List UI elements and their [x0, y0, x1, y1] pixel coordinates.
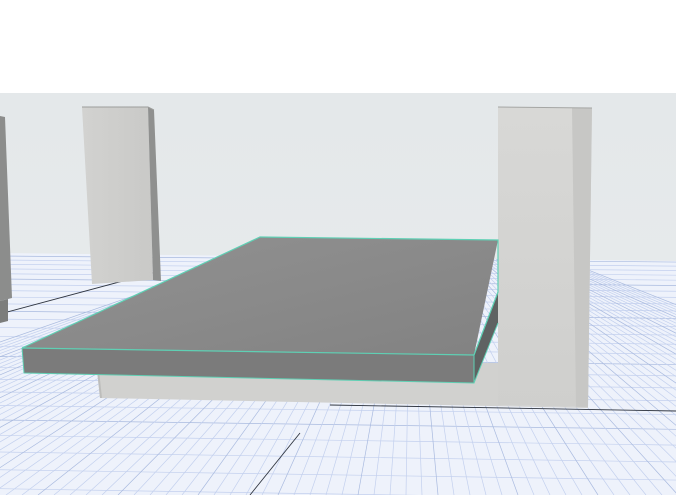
top-blank-area	[0, 0, 676, 93]
3d-viewport[interactable]	[0, 93, 676, 495]
app-window	[0, 0, 676, 495]
left-column[interactable]	[82, 106, 161, 284]
3d-scene[interactable]	[0, 93, 676, 495]
